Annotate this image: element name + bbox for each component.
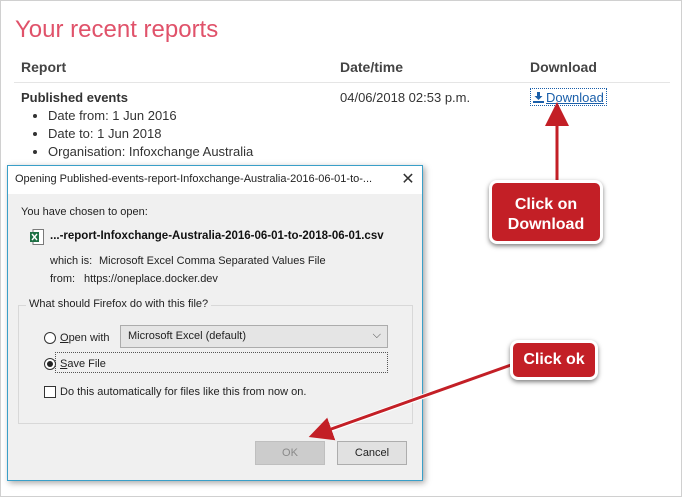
- ok-callout: Click ok: [510, 340, 598, 380]
- download-callout-line-2: Download: [507, 216, 585, 233]
- download-callout: Click on Download: [489, 180, 603, 244]
- download-callout-line-1: Click on: [514, 196, 578, 213]
- annotation-arrows: [308, 102, 569, 441]
